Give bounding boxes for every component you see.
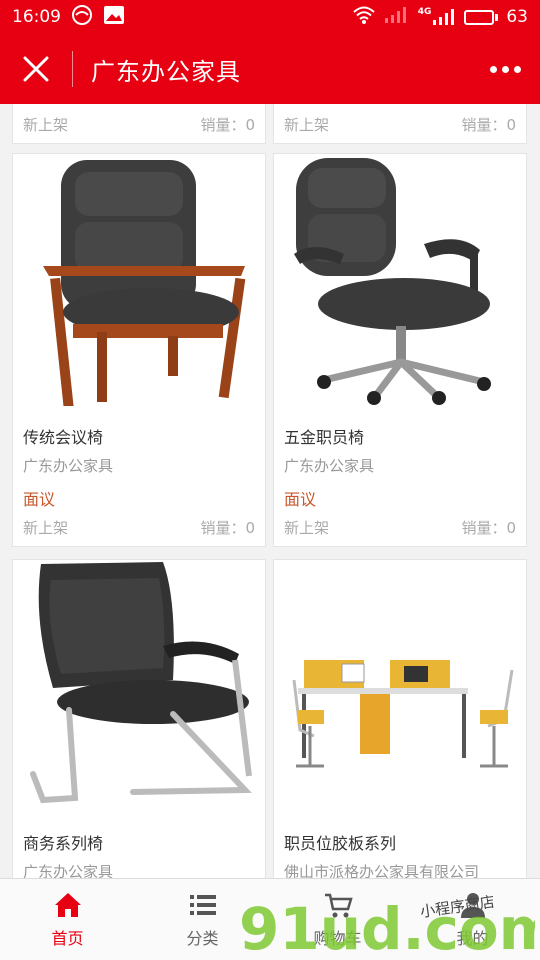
bottom-nav: 首页 分类 购物车 我的 xyxy=(0,878,540,960)
close-icon xyxy=(23,56,49,82)
product-card[interactable]: 商务系列椅 广东办公家具 xyxy=(12,559,266,878)
shop-name: 广东办公家具 xyxy=(23,863,114,878)
shop-name: 广东办公家具 xyxy=(23,457,114,475)
product-meta: 新上架 销量：0 xyxy=(13,517,265,539)
more-dot-icon xyxy=(489,65,497,73)
product-name: 传统会议椅 xyxy=(23,428,104,447)
more-dot-icon xyxy=(513,65,521,73)
nav-label: 首页 xyxy=(51,928,84,948)
card-tag: 新上架 xyxy=(284,519,330,537)
card-sales: 销量：0 xyxy=(200,116,255,134)
nav-label: 我的 xyxy=(456,928,489,948)
close-button[interactable] xyxy=(0,34,72,104)
product-name: 职员位胶板系列 xyxy=(284,834,397,853)
nav-home[interactable]: 首页 xyxy=(0,879,135,960)
page-title: 广东办公家具 xyxy=(91,57,241,86)
card-sales: 销量：0 xyxy=(461,519,516,537)
shop-name: 佛山市派格办公家具有限公司 xyxy=(284,863,480,878)
product-price: 面议 xyxy=(23,490,56,509)
product-price: 面议 xyxy=(284,490,317,509)
product-image[interactable] xyxy=(274,154,526,406)
product-card-partial[interactable]: 新上架 销量：0 xyxy=(273,104,527,144)
status-bar: 16:09 4G 63 xyxy=(0,0,540,34)
product-grid[interactable]: 新上架 销量：0 新上架 销量：0 传统会议椅 广东办公家具 面议 新上架 销量… xyxy=(0,104,540,878)
list-icon xyxy=(189,894,216,915)
wooden-leather-armchair-icon xyxy=(43,160,246,406)
card-sales: 销量：0 xyxy=(461,116,516,134)
product-image[interactable] xyxy=(13,154,265,406)
more-button[interactable] xyxy=(470,34,540,104)
card-tag: 新上架 xyxy=(284,116,330,134)
product-name: 商务系列椅 xyxy=(23,834,104,853)
card-sales: 销量：0 xyxy=(200,519,255,537)
shop-name: 广东办公家具 xyxy=(284,457,375,475)
battery-icon xyxy=(464,9,499,25)
battery-percent: 63 xyxy=(506,7,528,27)
product-image[interactable] xyxy=(274,560,526,812)
product-card[interactable]: 传统会议椅 广东办公家具 面议 新上架 销量：0 xyxy=(12,153,266,547)
status-time: 16:09 xyxy=(12,7,61,27)
card-tag: 新上架 xyxy=(23,116,69,134)
user-icon xyxy=(460,892,485,918)
product-meta: 新上架 销量：0 xyxy=(274,517,526,539)
signal-4g-icon: 4G xyxy=(418,8,457,26)
network-label: 4G xyxy=(417,7,432,17)
title-bar: 广东办公家具 xyxy=(0,34,540,104)
nav-category[interactable]: 分类 xyxy=(135,879,270,960)
workstation-desk-icon xyxy=(292,660,514,768)
more-dot-icon xyxy=(501,65,509,73)
nav-cart[interactable]: 购物车 xyxy=(270,879,405,960)
product-card[interactable]: 职员位胶板系列 佛山市派格办公家具有限公司 xyxy=(273,559,527,878)
card-tag: 新上架 xyxy=(23,519,69,537)
title-divider xyxy=(72,51,73,87)
cantilever-chair-icon xyxy=(30,562,252,804)
nav-label: 分类 xyxy=(186,928,219,948)
product-card-partial[interactable]: 新上架 销量：0 xyxy=(12,104,266,144)
cart-icon xyxy=(324,893,353,917)
product-image[interactable] xyxy=(13,560,265,812)
swivel-office-chair-icon xyxy=(294,158,491,405)
signal-weak-icon xyxy=(384,6,410,29)
home-icon xyxy=(54,892,81,917)
image-notification-icon xyxy=(103,5,125,30)
nav-mine[interactable]: 我的 xyxy=(405,879,540,960)
app-notification-icon xyxy=(71,4,93,31)
product-card[interactable]: 五金职员椅 广东办公家具 面议 新上架 销量：0 xyxy=(273,153,527,547)
nav-label: 购物车 xyxy=(313,928,362,948)
wifi-icon xyxy=(352,5,376,30)
product-name: 五金职员椅 xyxy=(284,428,365,447)
